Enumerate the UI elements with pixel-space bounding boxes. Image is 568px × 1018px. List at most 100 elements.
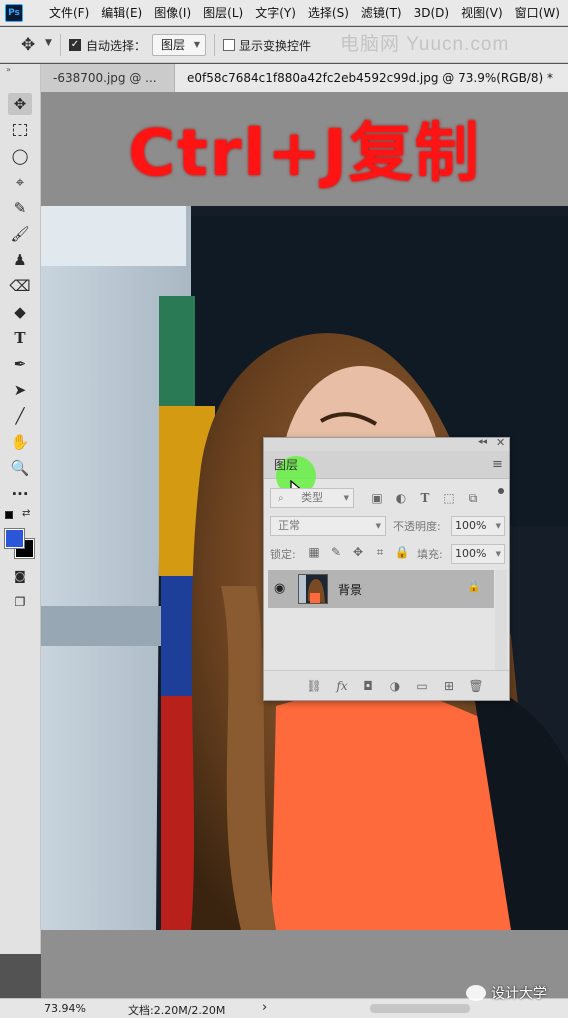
blend-mode-dropdown[interactable]: 正常 ▼	[270, 516, 386, 536]
panel-bottom-bar: ⛓ fx ◘ ◑ ▭ ⊞ 🗑	[264, 670, 509, 700]
panel-menu-icon[interactable]: ≡	[492, 457, 503, 472]
new-layer-icon[interactable]: ⊞	[441, 678, 457, 694]
line-tool-icon[interactable]: ╱	[8, 405, 32, 427]
layer-row[interactable]: ◉ 背景 🔒	[268, 570, 494, 608]
layer-thumbnail	[298, 574, 328, 604]
pen-tool-icon[interactable]: ✒	[8, 353, 32, 375]
wechat-icon	[466, 985, 486, 1001]
add-mask-icon[interactable]: ◘	[360, 678, 376, 694]
attribution-text: 设计大学	[491, 986, 547, 1002]
lasso-tool-icon[interactable]: ◯	[8, 145, 32, 167]
eyedropper-tool-icon[interactable]: ✎	[8, 197, 32, 219]
horizontal-scrollbar[interactable]	[370, 1004, 470, 1013]
menu-3d[interactable]: 3D(D)	[408, 0, 455, 26]
blend-mode-value: 正常	[278, 519, 300, 532]
close-panel-icon[interactable]: ✕	[496, 436, 505, 449]
tab-document-1[interactable]: -638700.jpg @ ...	[41, 64, 175, 92]
move-tool-icon[interactable]: ✥	[21, 35, 35, 55]
menu-type[interactable]: 文字(Y)	[249, 0, 302, 26]
wall-ledge	[41, 606, 171, 646]
layer-lock-icon: 🔒	[467, 580, 481, 593]
menu-layer[interactable]: 图层(L)	[197, 0, 249, 26]
chevron-down-icon: ▼	[495, 522, 501, 530]
more-tools-icon[interactable]: ···	[8, 483, 32, 505]
filter-type-icon[interactable]: T	[417, 490, 433, 506]
filter-shape-icon[interactable]: ⬚	[441, 490, 457, 506]
brush-tool-icon[interactable]: 🖌	[8, 223, 32, 245]
chevron-down-icon: ▼	[495, 550, 501, 558]
separator	[214, 34, 215, 56]
filter-toggle-icon[interactable]	[498, 488, 504, 494]
chevron-down-icon[interactable]: ▼	[45, 38, 52, 48]
auto-select-dropdown[interactable]: 图层 ▼	[152, 34, 206, 56]
opacity-input[interactable]: 100% ▼	[451, 516, 505, 536]
screen-mode-icon[interactable]: ❐	[8, 591, 32, 613]
menu-view[interactable]: 视图(V)	[455, 0, 509, 26]
lock-label: 锁定:	[270, 548, 296, 561]
tools-panel: » ✥ ◯ ⌖ ✎ 🖌 ♟ ⌫ ◆ T ✒ ➤ ╱ ✋ 🔍 ··· ⇄ ◙ ❐	[0, 64, 41, 954]
collapse-icon[interactable]: »	[6, 65, 11, 74]
menu-items: 文件(F) 编辑(E) 图像(I) 图层(L) 文字(Y) 选择(S) 滤镜(T…	[43, 0, 566, 26]
lock-transparent-icon[interactable]: ▦	[306, 544, 322, 560]
watermark: 电脑网 Yuucn.com	[340, 34, 510, 55]
layer-name[interactable]: 背景	[338, 581, 362, 598]
options-bar: ✥ ▼ ✓ 自动选择： 图层 ▼ 显示变换控件 电脑网 Yuucn.com	[0, 27, 568, 63]
lock-position-icon[interactable]: ✥	[350, 544, 366, 560]
type-tool-icon[interactable]: T	[8, 327, 32, 349]
panel-tab-row: 图层 ≡	[264, 451, 509, 496]
eraser-tool-icon[interactable]: ⌫	[8, 275, 32, 297]
auto-select-checkbox[interactable]: ✓	[69, 39, 81, 51]
menu-edit[interactable]: 编辑(E)	[95, 0, 148, 26]
menu-select[interactable]: 选择(S)	[302, 0, 355, 26]
filter-smart-object-icon[interactable]: ⧉	[465, 490, 481, 506]
new-group-icon[interactable]: ▭	[414, 678, 430, 694]
transform-controls-checkbox[interactable]	[223, 39, 235, 51]
layer-thumbnail-image	[299, 575, 327, 603]
layers-scrollbar[interactable]	[495, 570, 507, 670]
green-stripe	[159, 296, 195, 416]
menu-bar: Ps 文件(F) 编辑(E) 图像(I) 图层(L) 文字(Y) 选择(S) 滤…	[0, 0, 568, 26]
hand-tool-icon[interactable]: ✋	[8, 431, 32, 453]
marquee-tool-icon[interactable]	[8, 119, 32, 141]
tab-layers-label: 图层	[273, 458, 298, 472]
filter-image-icon[interactable]: ▣	[369, 490, 385, 506]
menu-window[interactable]: 窗口(W)	[509, 0, 566, 26]
auto-select-value: 图层	[161, 38, 186, 52]
link-layers-icon[interactable]: ⛓	[306, 678, 322, 694]
fx-icon[interactable]: fx	[334, 678, 350, 694]
search-icon: ⌕	[278, 493, 284, 504]
quick-select-tool-icon[interactable]: ⌖	[8, 171, 32, 193]
paint-bucket-tool-icon[interactable]: ◆	[8, 301, 32, 323]
quick-mask-icon[interactable]: ◙	[8, 565, 32, 587]
stamp-tool-icon[interactable]: ♟	[8, 249, 32, 271]
status-arrow-icon[interactable]: ›	[262, 1000, 267, 1015]
zoom-tool-icon[interactable]: 🔍	[8, 457, 32, 479]
chevron-down-icon: ▼	[343, 494, 349, 502]
zoom-level[interactable]: 73.94%	[44, 1002, 86, 1015]
path-select-tool-icon[interactable]: ➤	[8, 379, 32, 401]
menu-file[interactable]: 文件(F)	[43, 0, 95, 26]
lock-image-icon[interactable]: ✎	[328, 544, 344, 560]
layer-filter-dropdown[interactable]: ⌕ 类型 ▼	[270, 488, 354, 508]
delete-layer-icon[interactable]: 🗑	[468, 678, 484, 694]
swap-colors-icon[interactable]: ⇄	[22, 508, 30, 519]
eye-icon[interactable]: ◉	[274, 581, 285, 596]
adjustment-layer-icon[interactable]: ◑	[387, 678, 403, 694]
lock-artboard-icon[interactable]: ⌗	[372, 544, 388, 560]
lock-all-icon[interactable]: 🔒	[394, 544, 410, 560]
opacity-label: 不透明度:	[393, 520, 441, 533]
menu-image[interactable]: 图像(I)	[148, 0, 197, 26]
tab-document-2[interactable]: e0f58c7684c1f880a42fc2eb4592c99d.jpg @ 7…	[175, 64, 568, 92]
tab-layers[interactable]: 图层	[264, 451, 308, 479]
menu-filter[interactable]: 滤镜(T)	[355, 0, 408, 26]
move-tool-icon[interactable]: ✥	[8, 93, 32, 115]
fill-input[interactable]: 100% ▼	[451, 544, 505, 564]
opacity-value: 100%	[455, 519, 487, 532]
default-colors-icon[interactable]	[5, 511, 13, 519]
collapse-panel-icon[interactable]: ◂◂	[478, 437, 487, 447]
fill-label: 填充:	[417, 548, 443, 561]
filter-adjustment-icon[interactable]: ◐	[393, 490, 409, 506]
foreground-color-swatch[interactable]	[4, 528, 25, 549]
document-tabs: -638700.jpg @ ... e0f58c7684c1f880a42fc2…	[41, 64, 568, 92]
headline-overlay: Ctrl+J复制	[128, 117, 481, 191]
